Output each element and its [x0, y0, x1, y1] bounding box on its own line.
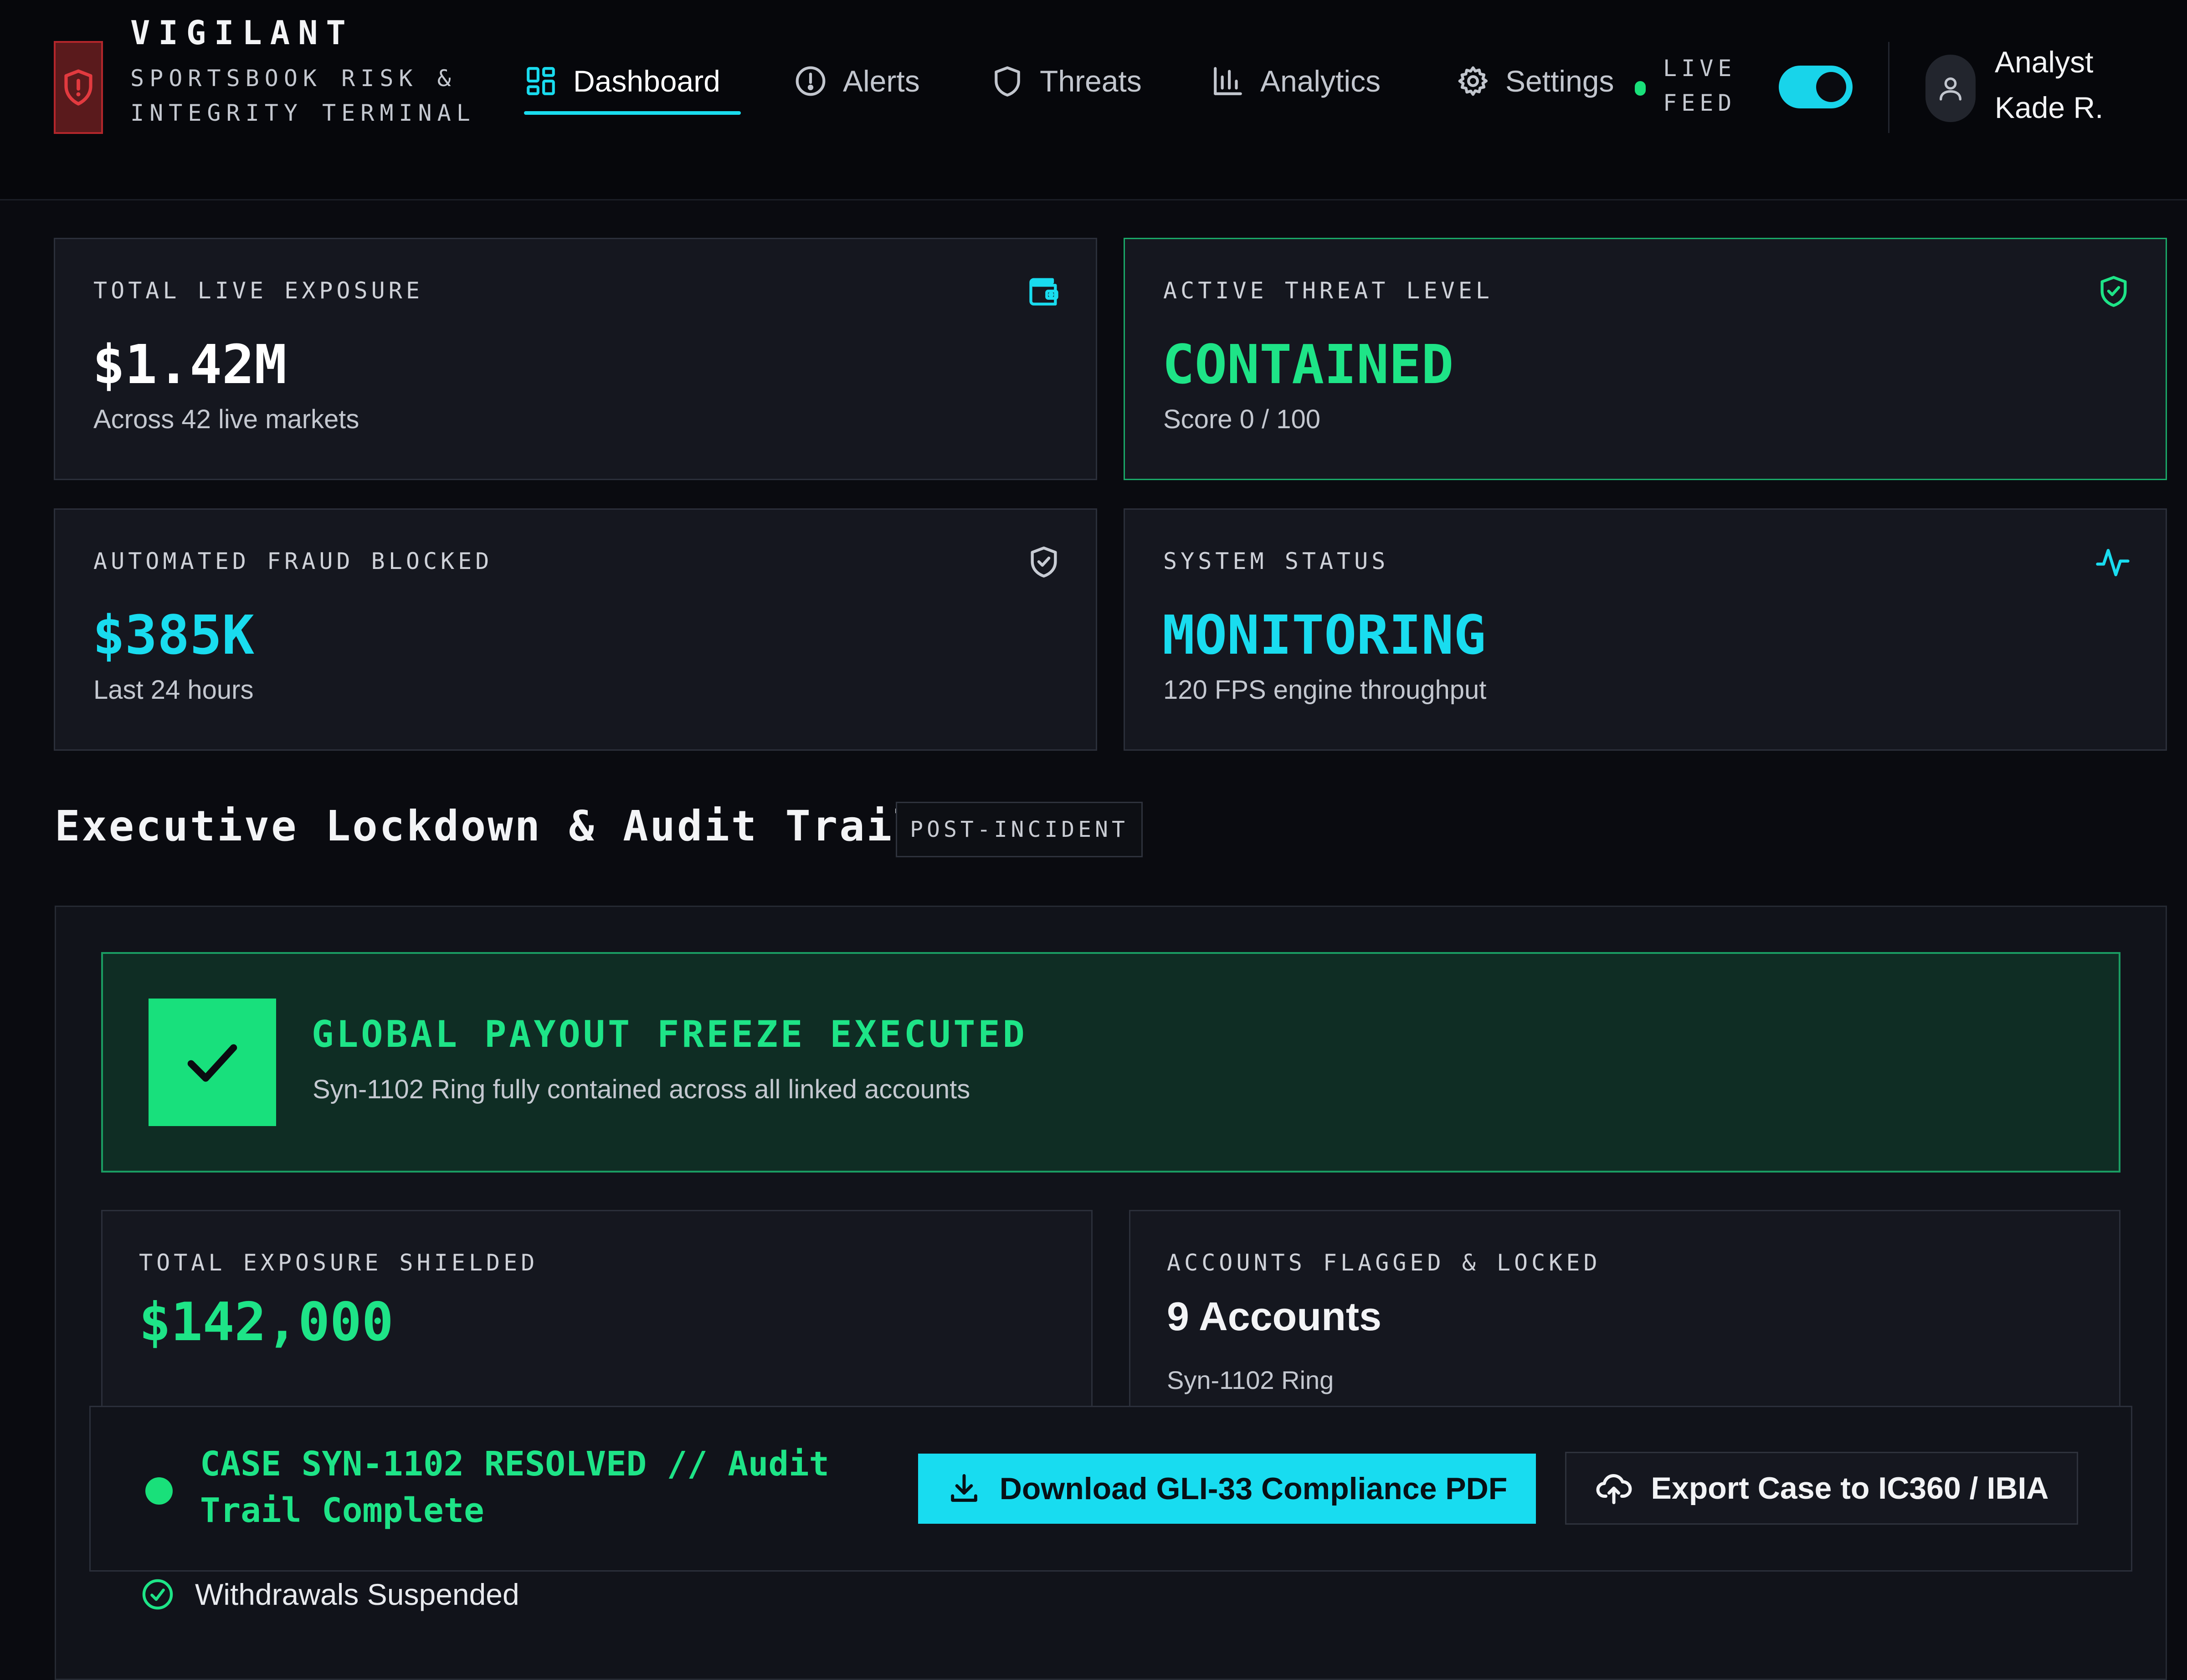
user-icon: [1940, 77, 1961, 101]
checklist-label: Withdrawals Suspended: [195, 1578, 519, 1611]
status-badge: POST-INCIDENT: [896, 802, 1143, 857]
kpi-subtext: Score 0 / 100: [1163, 405, 1320, 434]
shield-check-icon: [1027, 544, 1061, 579]
kpi-subtext: Across 42 live markets: [93, 405, 359, 434]
freeze-title: GLOBAL PAYOUT FREEZE EXECUTED: [312, 1013, 1027, 1055]
shield-alert-icon: [64, 69, 92, 106]
cloud-upload-icon: [1596, 1474, 1632, 1504]
kpi-card-fraud-blocked: AUTOMATED FRAUD BLOCKED $385K Last 24 ho…: [54, 508, 1097, 751]
nav-threats-label: Threats: [1040, 64, 1142, 98]
live-indicator-dot: [1635, 81, 1646, 96]
download-button-label: Download GLI-33 Compliance PDF: [999, 1471, 1508, 1506]
active-tab-indicator: [524, 111, 741, 115]
kpi-value: $1.42M: [92, 333, 287, 396]
kpi-value: $385K: [92, 604, 255, 666]
stat-subtext: Syn-1102 Ring: [1167, 1366, 1334, 1394]
section-title: Executive Lockdown & Audit Trail: [55, 802, 921, 850]
download-icon: [950, 1474, 977, 1502]
stat-card-accounts-locked: ACCOUNTS FLAGGED & LOCKED 9 Accounts Syn…: [1129, 1210, 2120, 1419]
app-name: VIGILANT: [130, 14, 354, 52]
check-circle-icon: [142, 1579, 173, 1610]
app-subtitle: SPORTSBOOK RISK & INTEGRITY TERMINAL: [130, 65, 476, 126]
header-divider: [1888, 42, 1889, 133]
nav-dashboard-label: Dashboard: [573, 64, 720, 98]
export-button-label: Export Case to IC360 / IBIA: [1651, 1471, 2049, 1506]
status-dot: [145, 1477, 173, 1505]
freeze-subtitle: Syn-1102 Ring fully contained across all…: [313, 1075, 970, 1104]
stat-value: $142,000: [139, 1291, 394, 1353]
stat-label: TOTAL EXPOSURE SHIELDED: [139, 1250, 539, 1276]
kpi-card-system-status: SYSTEM STATUS MONITORING 120 FPS engine …: [1124, 508, 2167, 751]
kpi-card-exposure: TOTAL LIVE EXPOSURE $1.42M Across 42 liv…: [54, 238, 1097, 480]
kpi-label: AUTOMATED FRAUD BLOCKED: [93, 548, 493, 574]
kpi-label: SYSTEM STATUS: [1163, 548, 1389, 574]
kpi-subtext: Last 24 hours: [93, 675, 254, 705]
nav-settings[interactable]: Settings: [1456, 55, 1614, 108]
export-case-button[interactable]: Export Case to IC360 / IBIA: [1565, 1452, 2078, 1525]
alert-circle-icon: [796, 66, 826, 96]
shield-check-icon: [2096, 274, 2131, 308]
kpi-label: ACTIVE THREAT LEVEL: [1163, 277, 1493, 304]
case-action-bar: CASE SYN-1102 RESOLVED // Audit Trail Co…: [89, 1406, 2132, 1572]
shield-icon: [995, 66, 1020, 97]
user-avatar[interactable]: [1925, 55, 1976, 122]
download-compliance-pdf-button[interactable]: Download GLI-33 Compliance PDF: [918, 1454, 1536, 1524]
nav-analytics-label: Analytics: [1260, 64, 1381, 98]
toggle-knob: [1816, 72, 1846, 102]
wallet-icon: [1027, 274, 1061, 308]
stat-value: 9 Accounts: [1167, 1294, 1382, 1339]
case-status-text: CASE SYN-1102 RESOLVED // Audit Trail Co…: [200, 1444, 830, 1530]
nav-dashboard[interactable]: Dashboard: [524, 55, 720, 108]
checklist-item: Withdrawals Suspended: [140, 1577, 519, 1612]
payout-freeze-banner: GLOBAL PAYOUT FREEZE EXECUTED Syn-1102 R…: [101, 952, 2120, 1173]
kpi-value: CONTAINED: [1162, 333, 1454, 396]
gear-icon: [1458, 66, 1488, 96]
kpi-card-threat-level: ACTIVE THREAT LEVEL CONTAINED Score 0 / …: [1124, 238, 2167, 480]
kpi-label: TOTAL LIVE EXPOSURE: [93, 277, 423, 304]
live-feed-toggle[interactable]: [1779, 66, 1853, 108]
bar-chart-icon: [1214, 67, 1242, 95]
live-feed-label: LIVE FEED: [1663, 55, 1736, 116]
stat-card-exposure-shielded: TOTAL EXPOSURE SHIELDED $142,000: [101, 1210, 1093, 1419]
nav-analytics[interactable]: Analytics: [1211, 55, 1381, 108]
activity-pulse-icon: [2095, 544, 2131, 581]
kpi-subtext: 120 FPS engine throughput: [1163, 675, 1487, 705]
nav-alerts-label: Alerts: [843, 64, 920, 98]
user-name: Kade R.: [1995, 91, 2104, 124]
brand-logo: [54, 41, 103, 134]
nav-alerts[interactable]: Alerts: [794, 55, 920, 108]
top-header: VIGILANT SPORTSBOOK RISK & INTEGRITY TER…: [0, 0, 2187, 200]
nav-settings-label: Settings: [1505, 64, 1614, 98]
user-role: Analyst: [1995, 45, 2094, 79]
kpi-value: MONITORING: [1162, 604, 1486, 666]
nav-threats[interactable]: Threats: [991, 55, 1142, 108]
checkmark-icon: [149, 999, 276, 1126]
dashboard-grid-icon: [527, 67, 555, 95]
stat-label: ACCOUNTS FLAGGED & LOCKED: [1167, 1250, 1601, 1276]
